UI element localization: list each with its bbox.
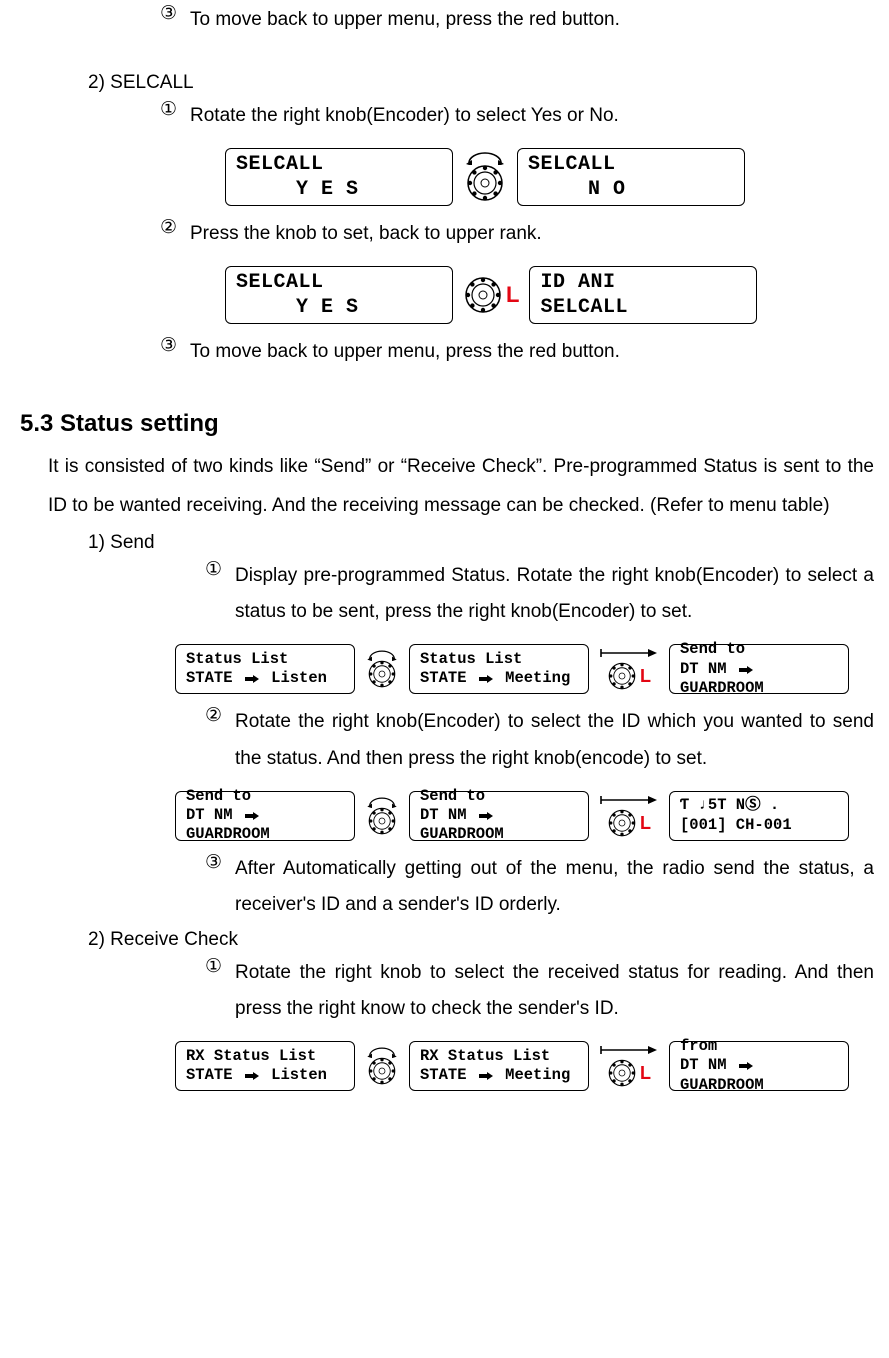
lcd-line1: ID ANI bbox=[540, 270, 746, 295]
lcd-send-to: Send to DT NM GUARDROOM bbox=[669, 644, 849, 694]
arrow-right-icon bbox=[739, 666, 753, 674]
step-text: To move back to upper menu, press the re… bbox=[190, 2, 869, 38]
step-num: ① bbox=[160, 98, 190, 121]
step-num: ② bbox=[205, 704, 235, 727]
lcd-line2: DT NM GUARDROOM bbox=[680, 660, 838, 699]
selcall-lcd-row-1: SELCALL Y E S SELCALL N O bbox=[0, 148, 889, 206]
lcd-line1: Send to bbox=[420, 787, 578, 806]
selcall-head: 2) SELCALL bbox=[88, 72, 889, 94]
lcd-channel: Ƭ ♩5T NⓈ . [001] CH-001 bbox=[669, 791, 849, 841]
step-num: ③ bbox=[160, 334, 190, 357]
section-para: It is consisted of two kinds like “Send”… bbox=[48, 448, 874, 526]
selcall-step-1: ① Rotate the right knob(Encoder) to sele… bbox=[0, 98, 889, 134]
lcd-from: from DT NM GUARDROOM bbox=[669, 1041, 849, 1091]
press-indicator: L bbox=[506, 284, 519, 306]
arrow-right-icon bbox=[245, 1072, 259, 1080]
lcd-line1: SELCALL bbox=[528, 152, 734, 177]
knob-press-icon: L bbox=[599, 1044, 659, 1088]
knob-rotate-icon bbox=[463, 151, 507, 203]
lcd-line2: SELCALL bbox=[540, 295, 746, 320]
lcd-line1: SELCALL bbox=[236, 152, 442, 177]
lcd-line2: [001] CH-001 bbox=[680, 816, 838, 835]
lcd-line1: RX Status List bbox=[420, 1047, 578, 1066]
lcd-status-listen: Status List STATE Listen bbox=[175, 644, 355, 694]
knob-rotate-icon bbox=[365, 1046, 399, 1086]
lcd-line2: N O bbox=[528, 177, 734, 202]
lcd-line2: STATE Listen bbox=[186, 669, 344, 688]
lcd-status-meeting: Status List STATE Meeting bbox=[409, 644, 589, 694]
press-indicator: L bbox=[640, 1064, 651, 1082]
step-text: To move back to upper menu, press the re… bbox=[190, 334, 869, 370]
send-step-3: ③ After Automatically getting out of the… bbox=[0, 851, 889, 923]
recv-lcd-row: RX Status List STATE Listen RX Status Li… bbox=[0, 1041, 889, 1091]
press-indicator: L bbox=[640, 667, 651, 685]
lcd-line2: STATE Meeting bbox=[420, 669, 578, 688]
lcd-line1: Send to bbox=[680, 640, 838, 659]
lcd-rx-listen: RX Status List STATE Listen bbox=[175, 1041, 355, 1091]
lcd-line1: Ƭ ♩5T NⓈ . bbox=[680, 796, 838, 815]
section-title: 5.3 Status setting bbox=[20, 410, 889, 438]
lcd-line1: Status List bbox=[186, 650, 344, 669]
step-text: Rotate the right knob(Encoder) to select… bbox=[235, 704, 874, 776]
knob-press-icon: L bbox=[599, 647, 659, 691]
knob-press-icon: L bbox=[599, 794, 659, 838]
lcd-line2: STATE Listen bbox=[186, 1066, 344, 1085]
lcd-line1: SELCALL bbox=[236, 270, 442, 295]
lcd-line2: Y E S bbox=[236, 295, 442, 320]
press-indicator: L bbox=[640, 814, 651, 832]
arrow-right-icon bbox=[245, 675, 259, 683]
lcd-line2: DT NM GUARDROOM bbox=[420, 806, 578, 845]
lcd-send-to-b: Send to DT NM GUARDROOM bbox=[409, 791, 589, 841]
lcd-id-ani: ID ANI SELCALL bbox=[529, 266, 757, 324]
step-text: Rotate the right knob(Encoder) to select… bbox=[190, 98, 869, 134]
lcd-rx-meeting: RX Status List STATE Meeting bbox=[409, 1041, 589, 1091]
send-head: 1) Send bbox=[88, 532, 889, 554]
lcd-selcall-yes-2: SELCALL Y E S bbox=[225, 266, 453, 324]
selcall-step-2: ② Press the knob to set, back to upper r… bbox=[0, 216, 889, 252]
lcd-line2: DT NM GUARDROOM bbox=[680, 1056, 838, 1095]
selcall-lcd-row-2: SELCALL Y E S L ID ANI SELCALL bbox=[0, 266, 889, 324]
lcd-line2: STATE Meeting bbox=[420, 1066, 578, 1085]
knob-press-icon: L bbox=[463, 275, 519, 315]
arrow-right-icon bbox=[479, 1072, 493, 1080]
arrow-right-icon bbox=[739, 1062, 753, 1070]
step-num: ③ bbox=[160, 2, 190, 25]
step-text: Display pre-programmed Status. Rotate th… bbox=[235, 558, 874, 630]
lcd-selcall-yes: SELCALL Y E S bbox=[225, 148, 453, 206]
lcd-line1: from bbox=[680, 1037, 838, 1056]
lcd-line1: Status List bbox=[420, 650, 578, 669]
send-lcd-row-1: Status List STATE Listen Status List STA… bbox=[0, 644, 889, 694]
lcd-selcall-no: SELCALL N O bbox=[517, 148, 745, 206]
recv-step-1: ① Rotate the right knob to select the re… bbox=[0, 955, 889, 1027]
send-step-1: ① Display pre-programmed Status. Rotate … bbox=[0, 558, 889, 630]
arrow-right-icon bbox=[479, 675, 493, 683]
step-text: After Automatically getting out of the m… bbox=[235, 851, 874, 923]
knob-rotate-icon bbox=[365, 796, 399, 836]
send-lcd-row-2: Send to DT NM GUARDROOM Send to DT NM GU… bbox=[0, 791, 889, 841]
step-num: ③ bbox=[205, 851, 235, 874]
lcd-line2: DT NM GUARDROOM bbox=[186, 806, 344, 845]
send-step-2: ② Rotate the right knob(Encoder) to sele… bbox=[0, 704, 889, 776]
step-text: Press the knob to set, back to upper ran… bbox=[190, 216, 869, 252]
lcd-line1: RX Status List bbox=[186, 1047, 344, 1066]
arrow-right-icon bbox=[245, 812, 259, 820]
step-num: ② bbox=[160, 216, 190, 239]
arrow-right-icon bbox=[479, 812, 493, 820]
recv-head: 2) Receive Check bbox=[88, 929, 889, 951]
step-top-3: ③ To move back to upper menu, press the … bbox=[0, 2, 889, 38]
step-num: ① bbox=[205, 955, 235, 978]
knob-rotate-icon bbox=[365, 649, 399, 689]
lcd-send-to-a: Send to DT NM GUARDROOM bbox=[175, 791, 355, 841]
lcd-line2: Y E S bbox=[236, 177, 442, 202]
lcd-line1: Send to bbox=[186, 787, 344, 806]
step-text: Rotate the right knob to select the rece… bbox=[235, 955, 874, 1027]
selcall-step-3: ③ To move back to upper menu, press the … bbox=[0, 334, 889, 370]
step-num: ① bbox=[205, 558, 235, 581]
